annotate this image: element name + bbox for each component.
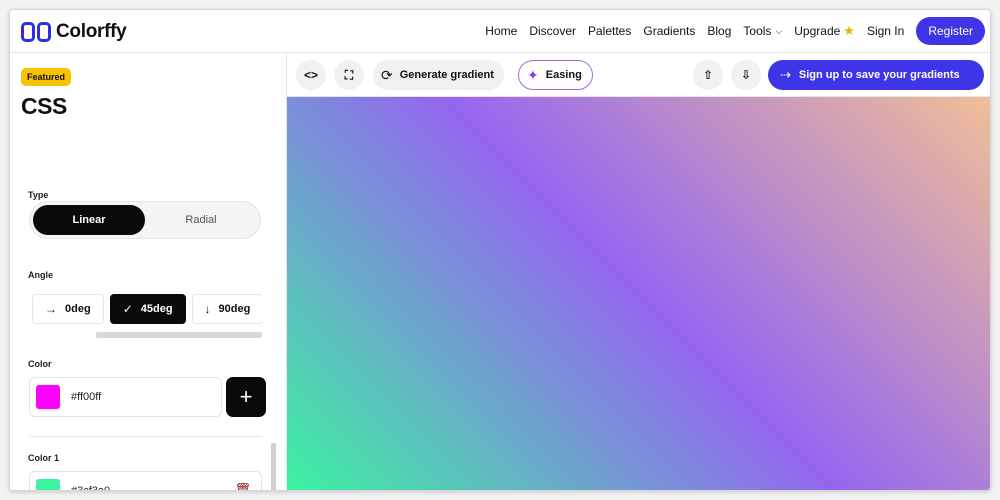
divider [29,436,262,437]
sign-in-label: Sign In [866,24,905,38]
share-button[interactable]: ⇧ [693,60,723,90]
angle-option-0deg[interactable]: → 0deg [32,294,104,324]
type-option-linear[interactable]: Linear [33,205,145,235]
angle-scrollbar[interactable] [96,332,262,338]
angle-option-label: 90deg [218,303,251,315]
nav-link-palettes[interactable]: Palettes [588,24,631,38]
nav-link-blog[interactable]: Blog [707,24,731,38]
settings-panel: Featured CSS Type Linear Radial Angle → 0… [10,53,287,491]
generate-gradient-button[interactable]: ⟳ Generate gradient [373,60,504,90]
add-color-button[interactable]: + [226,377,266,417]
color-value: #ff00ff [71,391,102,403]
logo-text: Colorffy [56,21,127,42]
arrow-right-icon: → [45,302,57,316]
featured-badge: Featured [21,68,72,86]
color-1-value: #3cf3a0 [71,485,111,491]
fullscreen-icon: ⛶ [344,67,354,82]
color-label: Color [28,359,52,369]
nav-link-upgrade[interactable]: Upgrade ★ [794,23,855,39]
angle-options: → 0deg ✓ 45deg ↓ 90deg [32,294,262,324]
download-icon: ⇩ [740,68,752,82]
nav-link-discover[interactable]: Discover [529,24,576,38]
type-toggle: Linear Radial [29,201,261,239]
color-1-swatch[interactable] [36,479,60,490]
color-1-field[interactable]: #3cf3a0 🗑 [29,471,262,491]
panel-scrollbar[interactable] [271,443,276,490]
color-field[interactable]: #ff00ff [29,377,222,417]
gradient-preview [287,97,990,490]
easing-button[interactable]: ✦ Easing [518,60,593,90]
nav-link-label: Gradients [643,24,696,38]
nav-link-label: Blog [707,24,732,38]
signup-button[interactable]: ⇢ Sign up to save your gradients [768,60,984,90]
refresh-icon: ⟳ [381,66,393,83]
nav-link-label: Upgrade [794,24,841,38]
check-icon: ✓ [122,302,133,316]
nav-link-home[interactable]: Home [485,24,517,38]
register-button[interactable]: Register [916,17,985,45]
trash-icon[interactable]: 🗑 [234,482,251,490]
page-title: CSS [21,93,67,119]
angle-option-label: 0deg [65,303,91,315]
angle-option-label: 45deg [140,303,173,315]
type-option-radial[interactable]: Radial [145,205,257,235]
share-icon: ⇧ [702,68,714,82]
easing-label: Easing [545,69,582,81]
chevron-down-icon: ⌵ [775,25,783,36]
sign-in-icon: ⇢ [780,67,791,82]
type-label: Type [28,190,49,200]
logo[interactable]: Colorffy [21,21,127,43]
app-window: Colorffy Home Discover Palettes Gradient… [9,9,991,491]
sign-in-link[interactable]: Sign In [867,24,904,38]
toolbar: <> ⛶ ⟳ Generate gradient ✦ Easing ⇧ ⇩ ⇢ Sig… [287,53,990,97]
nav-link-label: Home [485,24,518,38]
nav-link-gradients[interactable]: Gradients [643,24,695,38]
plus-icon: + [239,384,253,409]
nav-link-label: Palettes [588,24,632,38]
nav-link-label: Discover [529,24,576,38]
download-button[interactable]: ⇩ [731,60,761,90]
angle-label: Angle [28,270,54,280]
magic-wand-icon: ✦ [527,66,539,83]
code-button[interactable]: <> [296,60,326,90]
nav-link-label: Tools [743,24,772,38]
arrow-down-icon: ↓ [204,302,211,316]
nav-link-tools[interactable]: Tools ⌵ [743,24,782,38]
angle-option-90deg[interactable]: ↓ 90deg [191,294,262,324]
nav-links: Home Discover Palettes Gradients Blog To… [473,17,985,45]
color-swatch[interactable] [36,385,60,409]
star-icon: ★ [843,23,855,38]
top-nav: Colorffy Home Discover Palettes Gradient… [10,10,990,53]
logo-icon [21,22,51,42]
fullscreen-button[interactable]: ⛶ [334,60,364,90]
color-1-label: Color 1 [28,453,60,463]
signup-label: Sign up to save your gradients [798,69,960,81]
code-icon: <> [303,68,318,82]
generate-label: Generate gradient [399,69,494,81]
angle-option-45deg[interactable]: ✓ 45deg [109,294,186,324]
